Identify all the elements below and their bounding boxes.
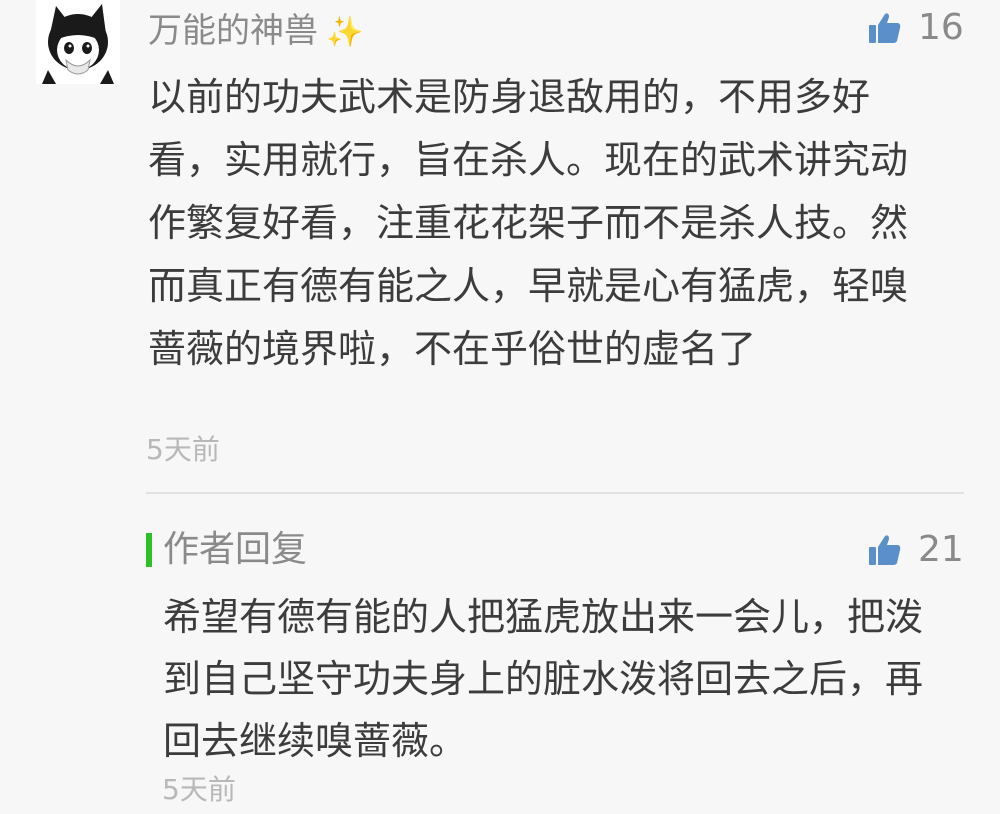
reply-like-button[interactable]: 21 (868, 529, 964, 570)
thumbs-up-icon (869, 12, 901, 43)
reply-accent-bar (146, 533, 152, 567)
reply-timestamp: 5天前 (162, 773, 236, 806)
author-name: 万能的神兽 (148, 11, 318, 51)
avatar-cat-icon (36, 0, 120, 84)
comment-like-button[interactable]: 16 (868, 7, 964, 48)
comment-like-count: 16 (918, 7, 964, 48)
reply-like-count: 21 (918, 529, 964, 570)
avatar[interactable] (36, 0, 120, 84)
divider (146, 492, 964, 494)
comment-author[interactable]: 万能的神兽 ✨ (148, 8, 363, 56)
sparkles-icon: ✨ (326, 15, 364, 50)
reply-label: 作者回复 (163, 529, 308, 570)
comment-timestamp: 5天前 (146, 433, 220, 466)
thumbs-up-icon (869, 534, 901, 565)
comment-text: 以前的功夫武术是防身退敌用的，不用多好看，实用就行，旨在杀人。现在的武术讲究动作… (148, 75, 909, 371)
reply-text: 希望有德有能的人把猛虎放出来一会儿，把泼到自己坚守功夫身上的脏水泼将回去之后，再… (163, 595, 924, 763)
